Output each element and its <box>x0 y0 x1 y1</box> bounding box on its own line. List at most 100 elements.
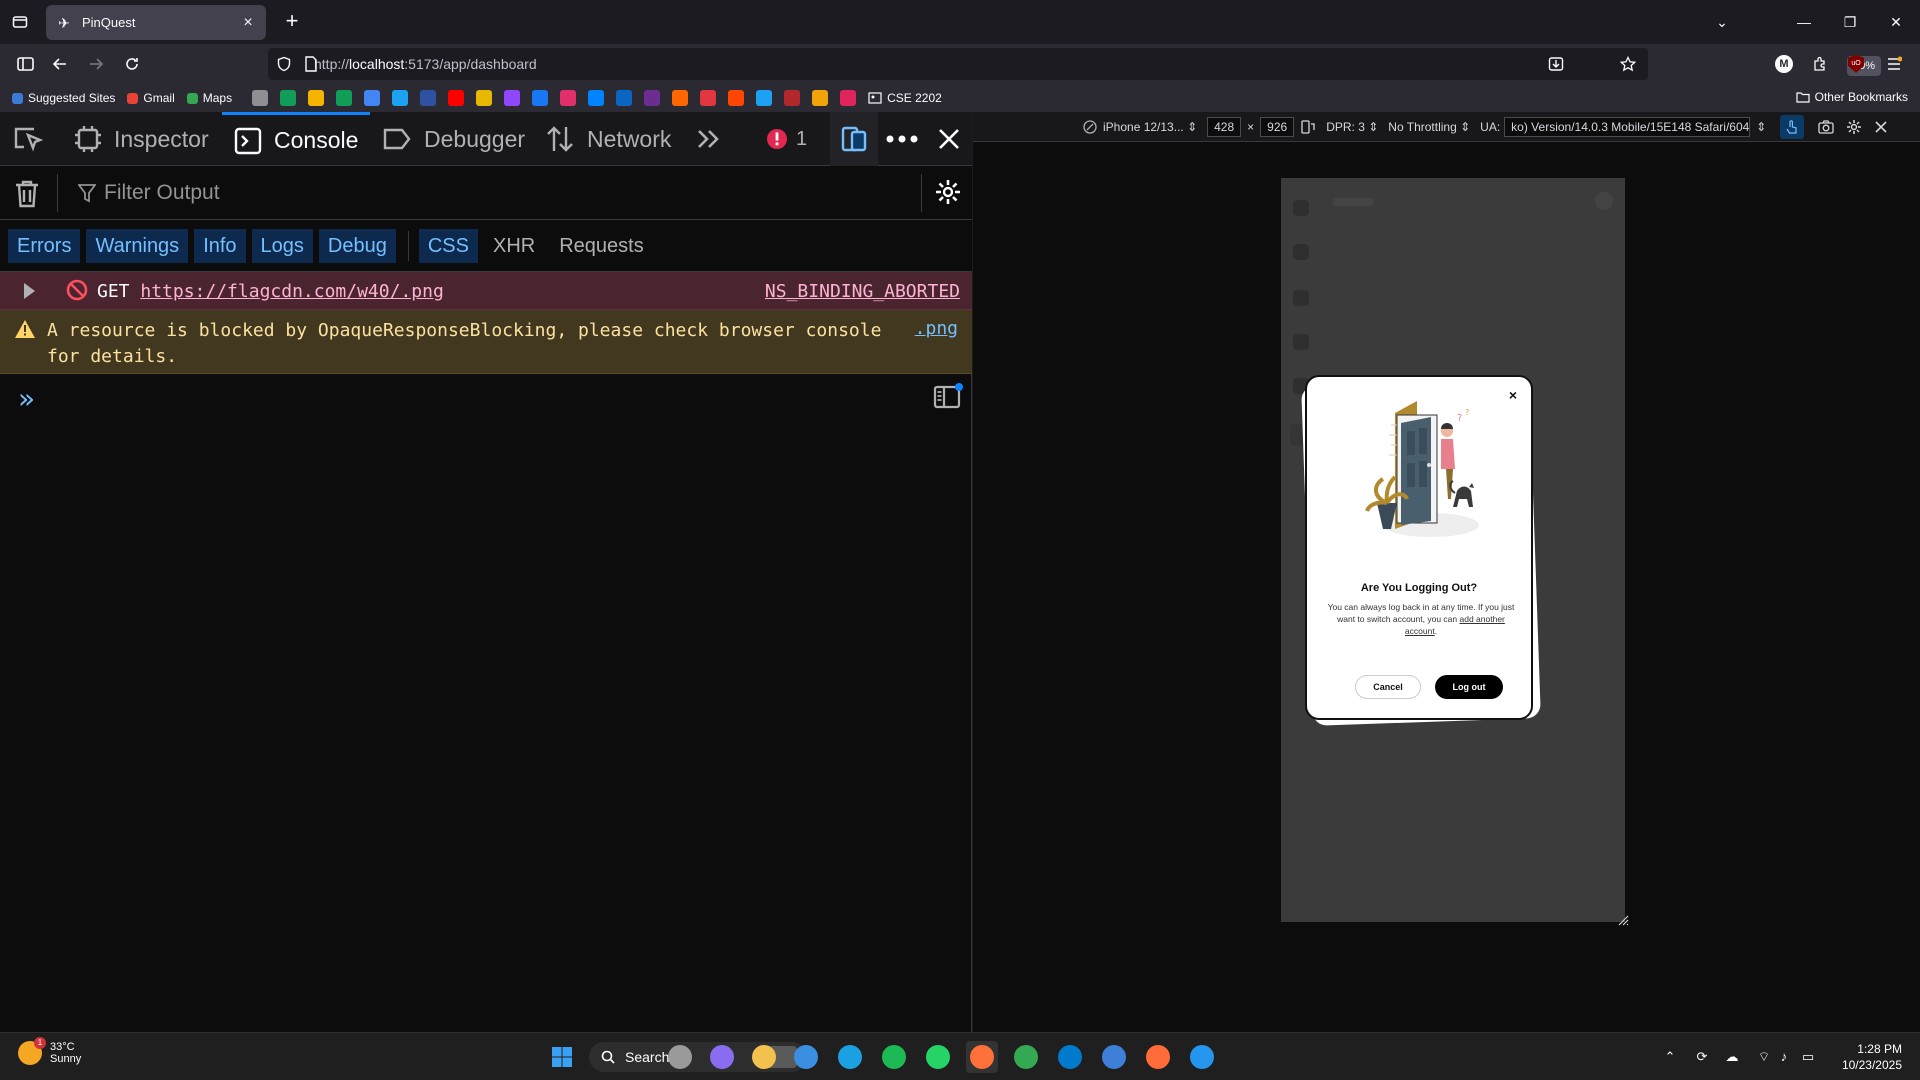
url-bar[interactable]: http://localhost:5173/app/dashboard 80% <box>268 48 1881 80</box>
tab-overflow-chevron-icon[interactable]: ⌄ <box>1708 10 1736 34</box>
devtools-options-button[interactable] <box>886 112 918 166</box>
console-input-prompt[interactable]: » <box>18 382 35 415</box>
extensions-puzzle-icon[interactable] <box>1806 50 1834 78</box>
logout-button[interactable]: Log out <box>1435 675 1503 699</box>
bookmark-favicon-icon[interactable] <box>252 90 269 106</box>
reload-icon[interactable] <box>118 50 146 78</box>
bookmark-favicon-icon[interactable] <box>504 90 521 106</box>
console-settings-gear-icon[interactable] <box>934 178 962 206</box>
warning-source-link[interactable]: .png <box>915 318 958 339</box>
resize-handle-icon[interactable] <box>1617 914 1629 926</box>
bookmark-favicon-icon[interactable] <box>784 90 801 106</box>
back-arrow-icon[interactable] <box>46 50 74 78</box>
bookmark-favicon-icon[interactable] <box>644 90 661 106</box>
bookmark-favicon-icon[interactable] <box>392 90 409 106</box>
list-all-tabs-icon[interactable] <box>8 10 32 34</box>
file-explorer-icon[interactable] <box>748 1041 780 1073</box>
page-icon[interactable] <box>304 56 318 72</box>
forward-arrow-icon[interactable] <box>82 50 110 78</box>
element-picker-button[interactable] <box>12 112 56 166</box>
filter-requests-button[interactable]: Requests <box>550 229 653 263</box>
clear-console-trash-icon[interactable] <box>14 180 40 208</box>
bookmark-favicon-icon[interactable] <box>532 90 549 106</box>
cancel-button[interactable]: Cancel <box>1355 675 1421 699</box>
bookmark-favicon-icon[interactable] <box>280 90 297 106</box>
bookmark-favicon-icon[interactable] <box>812 90 829 106</box>
device-select[interactable]: iPhone 12/13... ⇕ <box>1103 120 1197 134</box>
console-sidebar-toggle-icon[interactable] <box>933 382 963 410</box>
user-agent-input[interactable]: ko) Version/14.0.3 Mobile/15E148 Safari/… <box>1504 116 1751 137</box>
bookmark-favicon-icon[interactable] <box>700 90 717 106</box>
filter-css-button[interactable]: CSS <box>418 228 478 263</box>
modal-close-button[interactable]: × <box>1509 387 1517 403</box>
touch-simulation-icon[interactable] <box>1780 114 1805 139</box>
viewport-width-input[interactable]: 428 <box>1207 116 1242 137</box>
bookmark-favicon-icon[interactable] <box>308 90 325 106</box>
bookmark-favicon-icon[interactable] <box>560 90 577 106</box>
save-to-pocket-icon[interactable] <box>1548 56 1564 72</box>
bookmark-favicon-icon[interactable] <box>364 90 381 106</box>
close-devtools-button[interactable] <box>938 112 960 166</box>
firefox-icon[interactable] <box>966 1041 998 1073</box>
battery-icon[interactable]: ▭ <box>1800 1049 1816 1065</box>
new-tab-button[interactable]: + <box>280 10 304 34</box>
bookmark-favicon-icon[interactable] <box>616 90 633 106</box>
bookmark-favicon-icon[interactable] <box>756 90 773 106</box>
volume-icon[interactable]: ♪ <box>1776 1049 1792 1065</box>
tab-inspector[interactable]: Inspector <box>74 112 209 166</box>
bookmark-gmail[interactable]: Gmail <box>127 91 175 105</box>
filter-debug-button[interactable]: Debug <box>318 228 396 263</box>
start-windows-icon[interactable] <box>546 1041 578 1073</box>
show-hidden-icons-chevron-icon[interactable]: ⌃ <box>1662 1049 1678 1065</box>
minimize-button[interactable]: — <box>1790 10 1818 34</box>
rotate-viewport-icon[interactable] <box>1300 119 1316 134</box>
filter-warnings-button[interactable]: Warnings <box>86 228 189 263</box>
docker-icon[interactable] <box>1186 1041 1218 1073</box>
close-tab-icon[interactable]: × <box>240 14 256 32</box>
postman-icon[interactable] <box>1142 1041 1174 1073</box>
filter-logs-button[interactable]: Logs <box>251 228 313 263</box>
filter-output-input[interactable]: Filter Output <box>78 181 220 205</box>
qbittorrent-icon[interactable] <box>1098 1041 1130 1073</box>
task-view-icon[interactable] <box>664 1041 696 1073</box>
bookmark-star-icon[interactable] <box>1620 56 1636 72</box>
bookmark-favicon-icon[interactable] <box>336 90 353 106</box>
error-count-button[interactable]: 1 <box>766 112 807 166</box>
copilot-icon[interactable] <box>706 1041 738 1073</box>
viewport-height-input[interactable]: 926 <box>1260 116 1295 137</box>
taskbar-clock[interactable]: 1:28 PM 10/23/2025 <box>1842 1041 1902 1073</box>
vscode-icon[interactable] <box>1054 1041 1086 1073</box>
edge-icon[interactable] <box>834 1041 866 1073</box>
chrome-icon[interactable] <box>1010 1041 1042 1073</box>
expand-triangle-icon[interactable] <box>24 283 35 299</box>
more-tools-chevron-button[interactable] <box>696 112 734 166</box>
responsive-design-mode-button[interactable] <box>830 112 878 166</box>
tab-console[interactable]: Console <box>222 112 371 166</box>
other-bookmarks[interactable]: Other Bookmarks <box>1796 90 1908 104</box>
spotify-icon[interactable] <box>878 1041 910 1073</box>
network-throttling-select[interactable]: No Throttling ⇕ <box>1388 120 1470 134</box>
filter-errors-button[interactable]: Errors <box>8 228 81 263</box>
bookmark-cse[interactable]: CSE 2202 <box>868 91 942 105</box>
rdm-settings-gear-icon[interactable] <box>1846 119 1862 135</box>
shield-icon[interactable] <box>276 56 292 72</box>
bookmark-favicon-icon[interactable] <box>672 90 689 106</box>
close-window-button[interactable]: ✕ <box>1882 10 1910 34</box>
browser-tab-active[interactable]: ✈ PinQuest × <box>46 5 266 40</box>
microsoft-store-icon[interactable] <box>790 1041 822 1073</box>
console-error-message[interactable]: GET https://flagcdn.com/w40/.png NS_BIND… <box>0 272 972 310</box>
bookmark-favicon-icon[interactable] <box>448 90 465 106</box>
bookmark-favicon-icon[interactable] <box>476 90 493 106</box>
filter-xhr-button[interactable]: XHR <box>484 229 544 263</box>
dpr-select[interactable]: DPR: 3 ⇕ <box>1326 120 1378 134</box>
bookmark-favicon-icon[interactable] <box>840 90 857 106</box>
bookmark-favicon-icon[interactable] <box>420 90 437 106</box>
weather-widget[interactable]: 1 33°C Sunny <box>18 1037 81 1065</box>
close-rdm-icon[interactable] <box>1874 120 1888 134</box>
tab-network[interactable]: Network <box>545 112 671 166</box>
ublock-origin-icon[interactable]: uO <box>1842 50 1870 78</box>
sidebar-icon[interactable] <box>12 50 40 78</box>
error-url-link[interactable]: https://flagcdn.com/w40/.png <box>140 281 443 302</box>
bookmark-suggested-sites[interactable]: Suggested Sites <box>12 91 115 105</box>
whatsapp-icon[interactable] <box>922 1041 954 1073</box>
